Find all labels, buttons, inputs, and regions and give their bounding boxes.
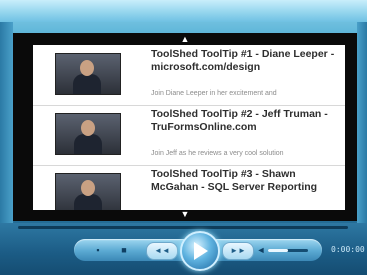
playlist-item-title: ToolShed ToolTip #3 - Shawn McGahan - SQ… [151,168,318,193]
video-area: ▲ ToolShed ToolTip #1 - Diane Leeper - m… [13,33,357,221]
window-frame-left [0,22,13,247]
stop-button[interactable]: ■ [118,243,130,257]
window-frame-right [357,22,367,247]
title-bar[interactable] [0,0,367,22]
volume-slider[interactable] [268,249,308,252]
playlist-item[interactable]: ToolShed ToolTip #2 - Jeff Truman - TruF… [33,105,345,166]
scroll-up-arrow-icon[interactable]: ▲ [13,35,357,44]
video-thumbnail-icon [55,113,121,155]
next-button[interactable]: ►► [222,242,254,260]
previous-button[interactable]: ◄◄ [146,242,178,260]
video-thumbnail-icon [55,173,121,210]
playlist-item-description: Join Jeff as he reviews a very cool solu… [151,150,284,157]
playlist-item-title: ToolShed ToolTip #2 - Jeff Truman - TruF… [151,108,328,133]
play-button[interactable] [180,231,220,271]
playlist-item-title: ToolShed ToolTip #1 - Diane Leeper - mic… [151,48,335,73]
media-player-window: ▲ ToolShed ToolTip #1 - Diane Leeper - m… [0,0,367,275]
play-icon [194,242,208,260]
mute-button[interactable]: ◄ [256,243,266,257]
volume-slider-fill [268,249,288,252]
scroll-down-arrow-icon[interactable]: ▼ [13,210,357,219]
playlist-item[interactable]: ToolShed ToolTip #1 - Diane Leeper - mic… [33,45,345,106]
shuffle-icon[interactable]: ▪ [92,243,104,257]
playlist-item[interactable]: ToolShed ToolTip #3 - Shawn McGahan - SQ… [33,165,345,210]
video-thumbnail-icon [55,53,121,95]
playlist: ToolShed ToolTip #1 - Diane Leeper - mic… [33,45,345,210]
elapsed-time: 0:00:00 [331,245,365,254]
playlist-item-description: Join Diane Leeper in her excitement and [151,90,277,97]
transport-controls: ▪ ■ ◄◄ ►► ◄ 0:00:00 [0,223,367,275]
seek-bar[interactable] [18,226,348,229]
